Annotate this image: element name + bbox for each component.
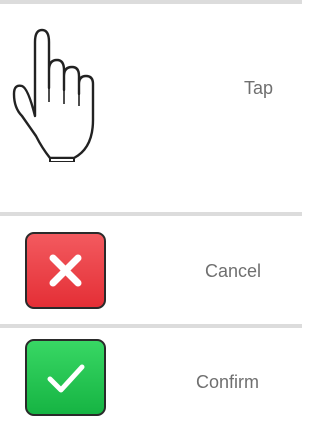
tap-label: Tap <box>244 78 274 98</box>
check-icon <box>47 364 85 393</box>
tap-hand-icon <box>6 12 114 163</box>
tap-row: Tap <box>0 4 302 212</box>
cancel-label: Cancel <box>205 261 262 281</box>
confirm-row: Confirm <box>0 328 302 421</box>
confirm-label: Confirm <box>196 372 260 392</box>
cancel-button[interactable] <box>25 232 106 309</box>
confirm-button[interactable] <box>25 339 106 416</box>
cancel-row: Cancel <box>0 216 302 324</box>
close-icon <box>49 254 82 287</box>
